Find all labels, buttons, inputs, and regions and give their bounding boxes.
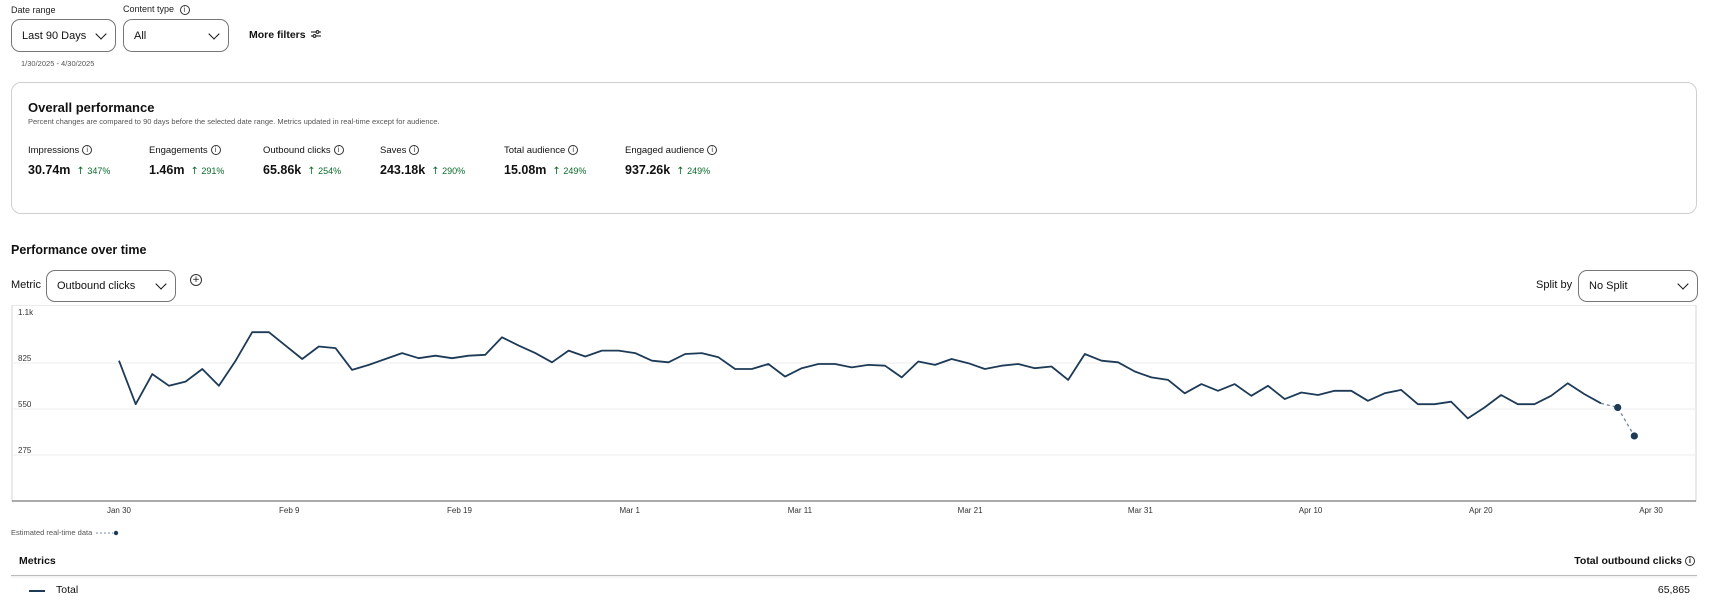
dashed-line-icon <box>96 530 119 535</box>
metric-change: 290% <box>442 166 466 176</box>
metric-name: Total audience <box>504 145 566 156</box>
chevron-down-icon <box>155 278 167 290</box>
row-value: 65,865 <box>1657 584 1690 596</box>
metric-value: 937.26k <box>625 163 671 177</box>
x-tick-label: Apr 20 <box>1469 506 1493 515</box>
info-icon[interactable]: i <box>179 4 190 15</box>
x-tick-label: Feb 9 <box>279 506 300 515</box>
metric-select[interactable]: Outbound clicks <box>46 270 176 302</box>
more-filters-button[interactable]: More filters <box>249 29 321 41</box>
metric-label: Metric <box>11 279 41 291</box>
arrow-up-icon: ↑ <box>76 166 85 177</box>
content-type-label-text: Content type <box>123 4 175 14</box>
date-range-label: Date range <box>11 5 56 15</box>
metric-value: 15.08m <box>504 163 547 177</box>
metric-name: Saves <box>380 145 407 156</box>
performance-chart[interactable]: 275 550 825 1.1k Jan 30 Feb 9 Feb 19 Mar 1 Mar 1… <box>0 305 1709 515</box>
metric-name: Engagements <box>149 145 208 156</box>
x-tick-label: Mar 11 <box>788 506 813 515</box>
series-line-total <box>118 331 1602 420</box>
x-tick-label: Mar 21 <box>958 506 983 515</box>
date-range-value: Last 90 Days <box>22 29 87 42</box>
metric-name: Impressions <box>28 145 80 156</box>
content-type-label: Content type i <box>123 4 190 15</box>
metric-engagements[interactable]: Engagements i 1.46m ↑ 291% <box>149 145 224 177</box>
row-label: Total <box>56 584 79 596</box>
info-icon[interactable]: i <box>82 145 93 156</box>
x-tick-label: Jan 30 <box>107 506 132 515</box>
y-tick-label: 825 <box>18 354 32 363</box>
content-type-value: All <box>134 29 147 42</box>
info-icon[interactable]: i <box>409 145 420 156</box>
metric-change: 291% <box>201 166 225 176</box>
metric-change: 249% <box>563 166 587 176</box>
split-by-label: Split by <box>1536 279 1573 291</box>
table-header-metrics: Metrics <box>19 555 56 567</box>
chevron-down-icon <box>1677 278 1689 290</box>
overall-subtitle: Percent changes are compared to 90 days … <box>28 117 440 126</box>
table-row[interactable]: Total 65,865 <box>11 578 1697 604</box>
series-swatch <box>29 590 45 592</box>
metric-value: 243.18k <box>380 163 426 177</box>
metric-saves[interactable]: Saves i 243.18k ↑ 290% <box>380 145 465 177</box>
estimated-label: Estimated real-time data <box>11 528 93 537</box>
metric-change: 254% <box>318 166 342 176</box>
estimated-legend: Estimated real-time data <box>11 528 120 537</box>
x-tick-label: Apr 30 <box>1639 506 1663 515</box>
info-icon[interactable]: i <box>333 145 344 156</box>
x-tick-label: Apr 10 <box>1299 506 1323 515</box>
more-filters-label: More filters <box>249 29 306 41</box>
filters-icon <box>310 30 321 38</box>
x-tick-label: Mar 31 <box>1128 506 1153 515</box>
table-header-total-text: Total outbound clicks <box>1574 555 1682 567</box>
arrow-up-icon: ↑ <box>307 166 316 177</box>
metric-name: Outbound clicks <box>263 145 331 156</box>
date-range-dates: 1/30/2025 - 4/30/2025 <box>21 59 95 68</box>
table-header-total: Total outbound clicks i <box>1574 555 1695 567</box>
metric-name: Engaged audience <box>625 145 705 156</box>
info-icon[interactable]: i <box>210 145 221 156</box>
overall-title: Overall performance <box>28 100 155 115</box>
split-by-select[interactable]: No Split <box>1578 270 1698 302</box>
split-by-value: No Split <box>1589 280 1628 292</box>
metric-total-audience[interactable]: Total audience i 15.08m ↑ 249% <box>504 145 586 177</box>
info-icon[interactable]: i <box>1685 556 1695 567</box>
x-tick-label: Mar 1 <box>619 506 640 515</box>
metrics-table: Metrics Total outbound clicks i Total 65,… <box>11 548 1697 609</box>
metric-impressions[interactable]: Impressions i 30.74m ↑ 347% <box>28 145 110 177</box>
metric-value: 30.74m <box>28 163 71 177</box>
y-tick-label: 1.1k <box>18 308 34 317</box>
metric-outbound-clicks[interactable]: Outbound clicks i 65.86k ↑ 254% <box>263 145 344 177</box>
perf-title: Performance over time <box>11 243 147 257</box>
arrow-up-icon: ↑ <box>431 166 440 177</box>
content-type-select[interactable]: All <box>123 19 229 52</box>
arrow-up-icon: ↑ <box>676 166 685 177</box>
metric-change: 347% <box>87 166 111 176</box>
y-tick-label: 550 <box>18 400 32 409</box>
add-metric-button[interactable]: + <box>190 274 202 286</box>
arrow-up-icon: ↑ <box>190 166 199 177</box>
info-icon[interactable]: i <box>707 145 718 156</box>
metric-select-value: Outbound clicks <box>57 280 136 292</box>
arrow-up-icon: ↑ <box>552 166 561 177</box>
x-tick-label: Feb 19 <box>447 506 472 515</box>
plus-icon: + <box>192 275 200 285</box>
metric-value: 65.86k <box>263 163 302 177</box>
estimated-point <box>1630 432 1638 440</box>
metric-change: 249% <box>687 166 711 176</box>
table-divider <box>11 575 1697 576</box>
chevron-down-icon <box>95 27 107 40</box>
metric-value: 1.46m <box>149 163 185 177</box>
info-icon[interactable]: i <box>568 145 579 156</box>
date-range-select[interactable]: Last 90 Days <box>11 19 116 52</box>
metric-engaged-audience[interactable]: Engaged audience i 937.26k ↑ 249% <box>625 145 718 177</box>
y-tick-label: 275 <box>18 446 32 455</box>
overall-performance-card: Overall performance Percent changes are … <box>11 82 1697 214</box>
estimated-point <box>1614 403 1622 412</box>
chevron-down-icon <box>208 27 220 40</box>
